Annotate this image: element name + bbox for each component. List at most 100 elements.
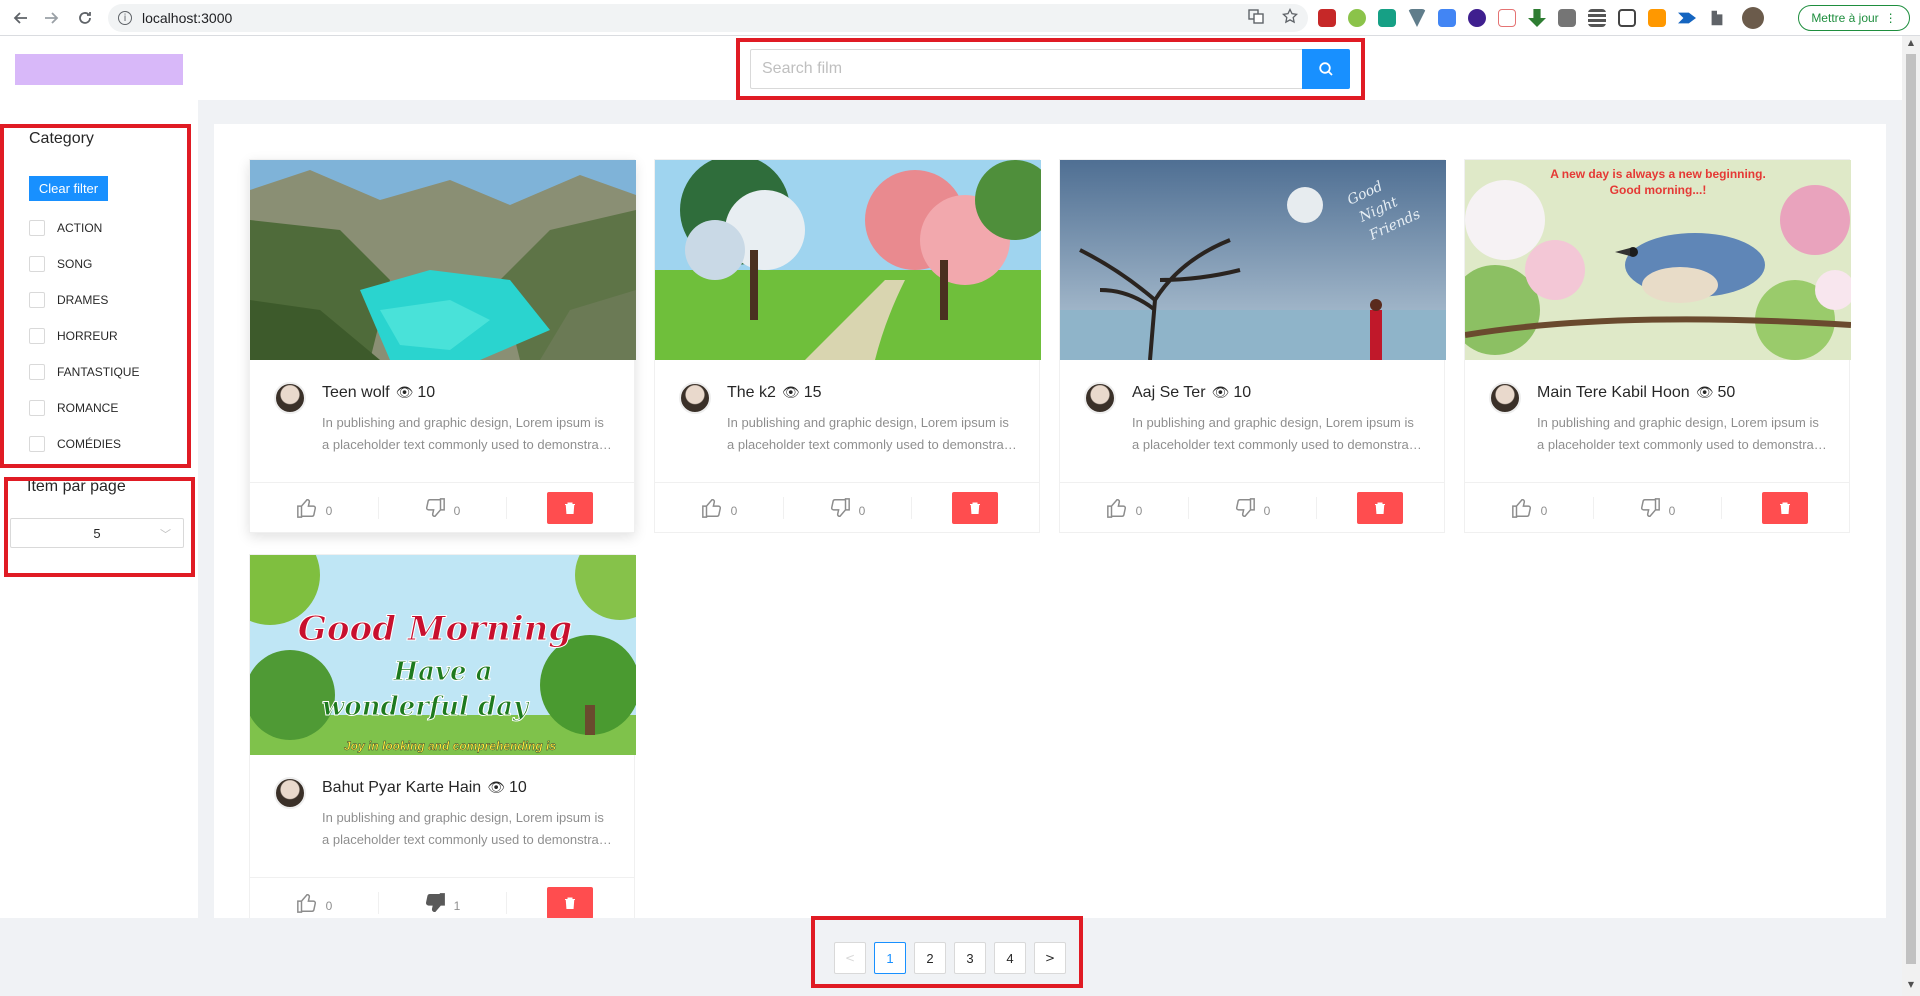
delete-button[interactable] bbox=[952, 491, 998, 524]
update-button[interactable]: Mettre à jour ⋮ bbox=[1798, 5, 1910, 31]
view-count: 10 bbox=[417, 384, 436, 401]
bird-quote-line-1: A new day is always a new beginning. bbox=[1550, 167, 1766, 181]
dislike-button[interactable]: 0 bbox=[378, 483, 506, 532]
film-card[interactable]: Good Morning Have a wonderful day Joy in… bbox=[249, 554, 636, 918]
extension-icon[interactable] bbox=[1318, 9, 1336, 27]
forward-icon[interactable] bbox=[36, 3, 66, 33]
avatar bbox=[679, 382, 711, 414]
film-image-blossom-trees[interactable] bbox=[655, 160, 1041, 360]
like-button[interactable]: 0 bbox=[1060, 483, 1188, 532]
camera-icon[interactable] bbox=[1558, 9, 1576, 27]
update-label: Mettre à jour bbox=[1811, 11, 1879, 25]
film-title: Teen wolf 👁 10 bbox=[322, 384, 435, 402]
screenshot-icon[interactable] bbox=[1618, 9, 1636, 27]
page-scrollbar[interactable]: ▲ ▼ bbox=[1902, 36, 1920, 996]
extension-icon[interactable] bbox=[1408, 9, 1426, 27]
film-card[interactable]: Good Night Friends Aaj Se Ter 👁 10 In publ… bbox=[1059, 159, 1446, 533]
card-actions: 0 1 bbox=[250, 877, 634, 918]
film-title-text: Aaj Se Ter bbox=[1132, 384, 1206, 401]
avatar bbox=[274, 382, 306, 414]
delete-action bbox=[911, 483, 1039, 532]
card-body: Aaj Se Ter 👁 10 In publishing and graphic … bbox=[1060, 360, 1444, 484]
film-title-text: The k2 bbox=[727, 384, 776, 401]
card-actions: 0 0 bbox=[1060, 482, 1444, 532]
pagination-highlight-box bbox=[811, 916, 1083, 988]
like-count: 0 bbox=[1135, 503, 1143, 518]
menu-extension-icon[interactable] bbox=[1588, 9, 1606, 27]
back-icon[interactable] bbox=[6, 3, 36, 33]
shield-icon[interactable] bbox=[1378, 9, 1396, 27]
film-image-good-morning[interactable]: Good Morning Have a wonderful day Joy in… bbox=[250, 555, 636, 755]
film-image-bird-blossom[interactable]: A new day is always a new beginning. Goo… bbox=[1465, 160, 1851, 360]
dislike-count: 0 bbox=[858, 503, 866, 518]
dislike-button[interactable]: 1 bbox=[378, 878, 506, 918]
download-icon[interactable] bbox=[1528, 9, 1546, 27]
trash-icon bbox=[565, 897, 575, 909]
film-card[interactable]: Teen wolf 👁 10 In publishing and graphic d… bbox=[249, 159, 636, 533]
like-count: 0 bbox=[325, 898, 333, 913]
address-bar[interactable]: i localhost:3000 bbox=[108, 4, 1308, 32]
dislike-button[interactable]: 0 bbox=[1593, 483, 1721, 532]
film-card[interactable]: The k2 👁 15 In publishing and graphic desi… bbox=[654, 159, 1041, 533]
download-extension-icon[interactable] bbox=[1468, 9, 1486, 27]
logo[interactable] bbox=[15, 54, 183, 85]
dislike-count: 1 bbox=[453, 898, 461, 913]
url-text: localhost:3000 bbox=[142, 10, 233, 26]
scrollbar-thumb[interactable] bbox=[1906, 54, 1916, 964]
thumbs-up-icon bbox=[296, 498, 316, 518]
thumbs-up-icon bbox=[1106, 498, 1126, 518]
like-count: 0 bbox=[325, 503, 333, 518]
card-actions: 0 0 bbox=[250, 482, 634, 532]
delete-button[interactable] bbox=[547, 491, 593, 524]
delete-action bbox=[1316, 483, 1444, 532]
extension-icon[interactable] bbox=[1648, 9, 1666, 27]
calendar-icon[interactable] bbox=[1498, 9, 1516, 27]
eye-icon: 👁 bbox=[781, 385, 800, 401]
profile-avatar[interactable] bbox=[1742, 7, 1764, 29]
trash-icon bbox=[1780, 502, 1790, 514]
card-body: Bahut Pyar Karte Hain 👁 10 In publishing a… bbox=[250, 755, 634, 879]
trash-icon bbox=[1375, 502, 1385, 514]
like-button[interactable]: 0 bbox=[250, 878, 378, 918]
puzzle-icon[interactable] bbox=[1711, 10, 1723, 26]
like-button[interactable]: 0 bbox=[1465, 483, 1593, 532]
like-button[interactable]: 0 bbox=[250, 483, 378, 532]
view-count: 50 bbox=[1717, 384, 1736, 401]
browser-toolbar: i localhost:3000 Mettre à jour ⋮ bbox=[0, 0, 1920, 36]
thumbs-up-icon bbox=[296, 893, 316, 913]
eye-icon: 👁 bbox=[395, 385, 414, 401]
extension-icon[interactable] bbox=[1678, 12, 1696, 24]
like-button[interactable]: 0 bbox=[655, 483, 783, 532]
delete-action bbox=[506, 878, 634, 918]
reload-icon[interactable] bbox=[70, 3, 100, 33]
view-count: 15 bbox=[803, 384, 822, 401]
film-image-good-night[interactable]: Good Night Friends bbox=[1060, 160, 1446, 360]
site-info-icon[interactable]: i bbox=[118, 11, 132, 25]
dislike-count: 0 bbox=[453, 503, 461, 518]
delete-button[interactable] bbox=[547, 886, 593, 918]
film-image-canyon[interactable] bbox=[250, 160, 636, 360]
extension-icon[interactable] bbox=[1348, 9, 1366, 27]
dislike-button[interactable]: 0 bbox=[1188, 483, 1316, 532]
bookmark-star-icon[interactable] bbox=[1281, 7, 1299, 28]
dislike-button[interactable]: 0 bbox=[783, 483, 911, 532]
scroll-up-icon[interactable]: ▲ bbox=[1906, 38, 1916, 52]
delete-button[interactable] bbox=[1357, 491, 1403, 524]
category-highlight-box bbox=[0, 124, 191, 468]
translate-extension-icon[interactable] bbox=[1438, 9, 1456, 27]
scroll-down-icon[interactable]: ▼ bbox=[1906, 980, 1916, 994]
view-count: 10 bbox=[1233, 384, 1252, 401]
translate-icon[interactable] bbox=[1248, 8, 1264, 28]
film-title: Bahut Pyar Karte Hain 👁 10 bbox=[322, 779, 527, 797]
film-description: In publishing and graphic design, Lorem … bbox=[727, 415, 1015, 452]
thumbs-down-icon bbox=[1640, 497, 1660, 517]
delete-button[interactable] bbox=[1762, 491, 1808, 524]
thumbs-down-icon bbox=[830, 497, 850, 517]
film-title: The k2 👁 15 bbox=[727, 384, 822, 402]
film-grid: Teen wolf 👁 10 In publishing and graphic d… bbox=[214, 124, 1886, 918]
items-per-page-highlight-box bbox=[4, 477, 195, 577]
thumbs-down-icon bbox=[1235, 497, 1255, 517]
film-title-text: Bahut Pyar Karte Hain bbox=[322, 779, 482, 796]
like-count: 0 bbox=[1540, 503, 1548, 518]
film-card[interactable]: A new day is always a new beginning. Goo… bbox=[1464, 159, 1851, 533]
